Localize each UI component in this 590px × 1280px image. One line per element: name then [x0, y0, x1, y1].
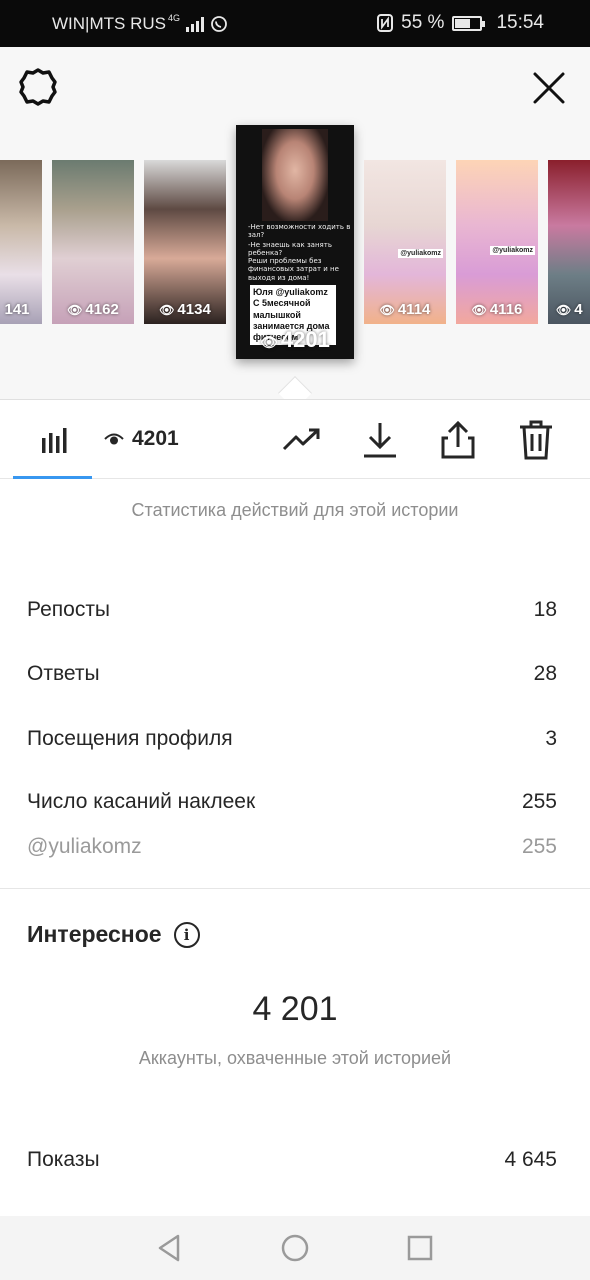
story-text-line: Реши проблемы без финансовых затрат и не… [248, 257, 339, 282]
trash-icon [520, 420, 552, 460]
tab-insights[interactable] [36, 422, 72, 458]
clock: 15:54 [496, 12, 544, 33]
discovery-section-title: Интересное i [27, 921, 200, 948]
story-thumbnail[interactable]: 👁 4162 [52, 160, 134, 324]
trending-up-icon [282, 428, 320, 451]
battery-percent: 55 % [401, 12, 445, 33]
whatsapp-icon [211, 16, 227, 32]
story-photo [262, 129, 328, 221]
stat-label: Посещения профиля [27, 727, 233, 750]
story-carousel: 141 👁 4162 👁 4134 -Нет возможности ходить … [0, 47, 590, 410]
battery-icon [452, 15, 486, 31]
back-icon[interactable] [154, 1232, 186, 1264]
recents-icon[interactable] [404, 1232, 436, 1264]
story-views: 👁 4 [556, 301, 583, 318]
stat-row: Посещения профиля 3 [27, 727, 557, 751]
signal-icon [185, 16, 204, 32]
mention-tag: @yuliakomz [490, 246, 535, 255]
stat-row: Число касаний наклеек 255 [27, 790, 557, 814]
story-thumbnail[interactable]: 👁 4 [548, 160, 590, 324]
eye-icon: 👁 [159, 303, 175, 317]
download-button[interactable] [360, 422, 400, 458]
sticker-tap-row[interactable]: @yuliakomz 255 [27, 835, 557, 859]
stat-label: Ответы [27, 662, 100, 685]
sticker-value: 255 [521, 835, 557, 858]
eye-icon: 👁 [260, 334, 278, 350]
impressions-row: Показы 4 645 [27, 1148, 557, 1172]
download-icon [364, 423, 396, 458]
share-button[interactable] [438, 420, 478, 459]
stat-value: 28 [533, 662, 557, 685]
stat-row: Ответы 28 [27, 662, 557, 686]
share-icon [441, 420, 475, 459]
story-toolbar: 4201 [0, 399, 590, 479]
reach-count: 4 201 [252, 990, 338, 1028]
story-thumbnail[interactable]: @yuliakomz 👁 4116 [456, 160, 538, 324]
story-views: 👁 4114 [379, 301, 431, 318]
eye-icon: 👁 [556, 303, 572, 317]
system-nav-bar [0, 1216, 590, 1280]
stat-value: 3 [545, 727, 557, 750]
stat-row: Репосты 18 [27, 598, 557, 622]
bar-chart-icon [42, 428, 67, 453]
divider [0, 888, 590, 889]
network-type: 4G [167, 13, 180, 23]
story-views: 141 [4, 301, 30, 318]
story-thumbnail-selected[interactable]: -Нет возможности ходить в зал? -Не знаеш… [236, 125, 354, 359]
eye-icon: 👁 [379, 303, 395, 317]
section-caption: Статистика действий для этой истории [131, 500, 459, 520]
tab-viewers[interactable]: 4201 [104, 427, 179, 451]
story-views: 👁 4116 [471, 301, 523, 318]
story-thumbnail[interactable]: 👁 4134 [144, 160, 226, 324]
story-views: 👁 4201 [260, 327, 330, 352]
delete-button[interactable] [516, 420, 556, 460]
stat-label: Репосты [27, 598, 111, 621]
story-views: 👁 4134 [159, 301, 211, 318]
info-icon[interactable]: i [173, 921, 200, 948]
stat-label: Число касаний наклеек [27, 790, 256, 813]
mention-tag: @yuliakomz [398, 249, 443, 258]
eye-icon: 👁 [67, 303, 83, 317]
reach-caption: Аккаунты, охваченные этой историей [138, 1048, 452, 1068]
home-icon[interactable] [279, 1232, 311, 1264]
story-text-line: -Нет возможности ходить в зал? [248, 223, 351, 240]
story-text-line: -Не знаешь как занять ребенка? [248, 241, 332, 258]
story-views: 👁 4162 [67, 301, 119, 318]
story-thumbnail[interactable]: @yuliakomz 👁 4114 [364, 160, 446, 324]
impressions-value: 4 645 [504, 1148, 557, 1171]
sticker-label: @yuliakomz [27, 835, 142, 858]
close-icon[interactable] [530, 69, 568, 107]
impressions-label: Показы [27, 1148, 100, 1171]
status-bar: WIN|MTS RUS 4G 55 % 15:54 [0, 0, 590, 47]
story-thumbnail[interactable]: 141 [0, 160, 42, 324]
eye-icon [104, 433, 124, 445]
stat-value: 255 [521, 790, 557, 813]
carrier-label: WIN|MTS RUS [52, 14, 166, 33]
discovery-title: Интересное [27, 921, 162, 947]
nfc-icon [377, 14, 394, 32]
viewers-count: 4201 [132, 427, 179, 450]
active-tab-indicator [13, 476, 92, 479]
settings-gear-icon[interactable] [18, 67, 58, 107]
eye-icon: 👁 [471, 303, 487, 317]
promote-button[interactable] [280, 422, 324, 458]
stat-value: 18 [533, 598, 557, 621]
